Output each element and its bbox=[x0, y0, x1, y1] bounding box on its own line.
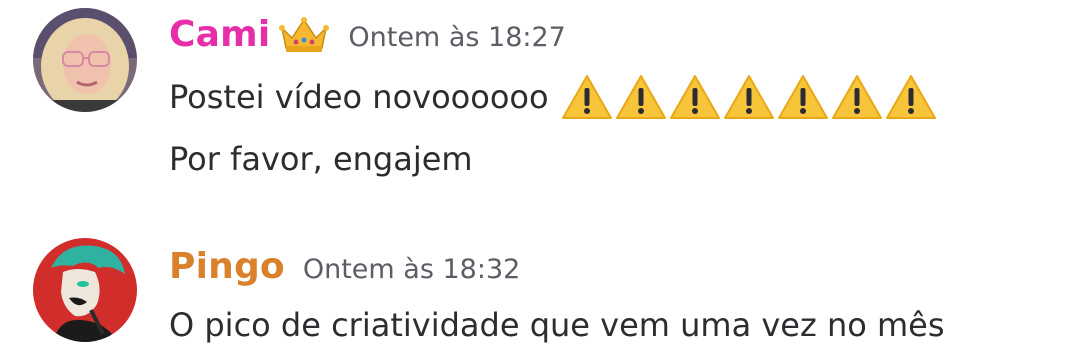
message-text: O pico de criatividade que vem uma vez n… bbox=[169, 306, 945, 344]
avatar-image bbox=[33, 8, 137, 112]
username[interactable]: Pingo bbox=[169, 246, 285, 287]
avatar-image bbox=[33, 238, 137, 342]
warning-icon bbox=[615, 74, 667, 120]
warning-icons bbox=[561, 74, 937, 120]
message-header: Cami Ontem às 18:27 bbox=[169, 14, 566, 55]
message-line: Por favor, engajem bbox=[169, 140, 473, 178]
timestamp: Ontem às 18:27 bbox=[348, 22, 566, 53]
message-text: Postei vídeo novoooooo bbox=[169, 78, 549, 116]
warning-icon bbox=[885, 74, 937, 120]
warning-icon bbox=[669, 74, 721, 120]
warning-icon bbox=[777, 74, 829, 120]
message-line: O pico de criatividade que vem uma vez n… bbox=[169, 306, 945, 344]
message-text: Por favor, engajem bbox=[169, 140, 473, 178]
avatar[interactable] bbox=[33, 238, 137, 342]
warning-icon bbox=[561, 74, 613, 120]
message-header: Pingo Ontem às 18:32 bbox=[169, 246, 520, 287]
message-line: Postei vídeo novoooooo bbox=[169, 74, 937, 120]
warning-icon bbox=[831, 74, 883, 120]
warning-icon bbox=[723, 74, 775, 120]
crown-icon bbox=[278, 16, 330, 54]
timestamp: Ontem às 18:32 bbox=[302, 254, 521, 285]
avatar[interactable] bbox=[33, 8, 137, 112]
username[interactable]: Cami bbox=[169, 14, 270, 55]
